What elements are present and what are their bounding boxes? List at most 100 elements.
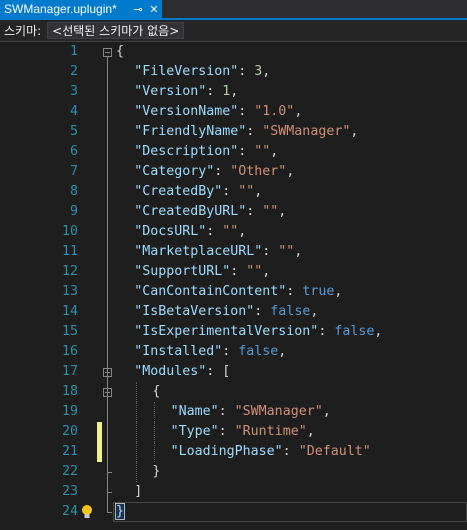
code-token: : bbox=[286, 284, 303, 299]
code-token: , bbox=[306, 424, 315, 439]
line-number: 20 bbox=[61, 424, 78, 439]
pin-tab-icon[interactable]: ⊸ bbox=[130, 1, 146, 17]
indent-guide bbox=[154, 422, 156, 442]
code-token: "Category" bbox=[134, 164, 215, 179]
code-text: "Modules": [ bbox=[134, 362, 230, 382]
code-line[interactable]: 5 "FriendlyName": "SWManager", bbox=[0, 122, 467, 142]
code-token: : bbox=[254, 304, 271, 319]
code-line[interactable]: 12 "SupportURL": "", bbox=[0, 262, 467, 282]
code-token: "Version" bbox=[134, 84, 207, 99]
code-token: : bbox=[230, 264, 247, 279]
code-line[interactable]: 17 "Modules": [ bbox=[0, 362, 467, 382]
code-token: "SWManager" bbox=[262, 124, 351, 139]
code-token: ] bbox=[134, 484, 143, 499]
code-token: "SWManager" bbox=[234, 404, 323, 419]
schema-dropdown[interactable]: <선택된 스키마가 없음> bbox=[47, 22, 185, 39]
code-token: "Type" bbox=[170, 424, 219, 439]
close-tab-icon[interactable]: ✕ bbox=[146, 1, 162, 17]
code-editor[interactable]: 1{2 "FileVersion": 3, 3 "Version": 1, 4 "Vers… bbox=[0, 42, 467, 530]
lightbulb-icon[interactable] bbox=[80, 504, 94, 520]
code-token: , bbox=[270, 144, 279, 159]
code-token: , bbox=[322, 404, 331, 419]
code-token: "CreatedByURL" bbox=[134, 204, 247, 219]
code-token: : bbox=[222, 344, 239, 359]
line-number: 10 bbox=[61, 224, 78, 239]
code-line[interactable]: 21 "LoadingPhase": "Default" bbox=[0, 442, 467, 462]
code-token: : bbox=[206, 84, 223, 99]
code-line[interactable]: 7 "Category": "Other", bbox=[0, 162, 467, 182]
code-text: "Installed": false, bbox=[134, 342, 286, 362]
unsaved-change-marker bbox=[97, 442, 102, 462]
code-line[interactable]: 9 "CreatedByURL": "", bbox=[0, 202, 467, 222]
code-line[interactable]: 13 "CanContainContent": true, bbox=[0, 282, 467, 302]
code-token: "" bbox=[246, 264, 263, 279]
code-line[interactable]: 14 "IsBetaVersion": false, bbox=[0, 302, 467, 322]
code-text: "CreatedBy": "", bbox=[134, 182, 262, 202]
code-line[interactable]: 10 "DocsURL": "", bbox=[0, 222, 467, 242]
code-token: "FriendlyName" bbox=[134, 124, 247, 139]
current-line-highlight bbox=[113, 502, 467, 522]
code-token: "" bbox=[238, 184, 255, 199]
code-text: "FileVersion": 3, bbox=[134, 62, 270, 82]
code-token: , bbox=[278, 344, 287, 359]
code-line[interactable]: 16 "Installed": false, bbox=[0, 342, 467, 362]
code-text: { bbox=[116, 42, 124, 62]
code-line[interactable]: 23] bbox=[0, 482, 467, 502]
code-token: "Modules" bbox=[134, 364, 207, 379]
line-number: 17 bbox=[61, 364, 78, 379]
code-text: "FriendlyName": "SWManager", bbox=[134, 122, 358, 142]
code-token: false bbox=[334, 324, 375, 339]
code-token: , bbox=[294, 244, 303, 259]
code-line[interactable]: 24} bbox=[0, 502, 467, 522]
code-line[interactable]: 15 "IsExperimentalVersion": false, bbox=[0, 322, 467, 342]
code-line[interactable]: 2 "FileVersion": 3, bbox=[0, 62, 467, 82]
code-line[interactable]: 8 "CreatedBy": "", bbox=[0, 182, 467, 202]
code-token: "IsExperimentalVersion" bbox=[134, 324, 319, 339]
code-text: "CreatedByURL": "", bbox=[134, 202, 286, 222]
code-token: "" bbox=[262, 204, 279, 219]
code-line[interactable]: 4 "VersionName": "1.0", bbox=[0, 102, 467, 122]
schema-bar: 스키마: <선택된 스키마가 없음> bbox=[0, 20, 467, 42]
code-text: "IsBetaVersion": false, bbox=[134, 302, 318, 322]
code-token: } bbox=[114, 503, 126, 520]
code-text: "Type": "Runtime", bbox=[171, 422, 315, 442]
code-token: : bbox=[218, 404, 235, 419]
code-line[interactable]: 1{ bbox=[0, 42, 467, 62]
document-tab-strip: SWManager.uplugin* ⊸ ✕ bbox=[0, 0, 467, 20]
code-token: : bbox=[206, 224, 223, 239]
code-line[interactable]: 6 "Description": "", bbox=[0, 142, 467, 162]
code-token: : bbox=[222, 184, 239, 199]
tab-swmanager-uplugin[interactable]: SWManager.uplugin* ⊸ ✕ bbox=[0, 0, 162, 18]
code-line[interactable]: 11 "MarketplaceURL": "", bbox=[0, 242, 467, 262]
line-number: 1 bbox=[69, 44, 78, 59]
code-token: : bbox=[214, 164, 231, 179]
code-token: , bbox=[230, 84, 239, 99]
code-token: , bbox=[278, 204, 287, 219]
fold-guide-modules-end bbox=[107, 492, 112, 493]
code-token: "LoadingPhase" bbox=[170, 444, 283, 459]
code-text: "LoadingPhase": "Default" bbox=[171, 442, 371, 462]
code-token: , bbox=[262, 264, 271, 279]
code-token: "SupportURL" bbox=[134, 264, 231, 279]
code-token: , bbox=[238, 224, 247, 239]
code-token: , bbox=[334, 284, 343, 299]
collapse-region-icon[interactable] bbox=[103, 48, 112, 57]
line-number: 23 bbox=[61, 484, 78, 499]
line-number: 16 bbox=[61, 344, 78, 359]
code-line[interactable]: 3 "Version": 1, bbox=[0, 82, 467, 102]
code-line[interactable]: 18 { bbox=[0, 382, 467, 402]
code-token: : bbox=[246, 204, 263, 219]
indent-guide bbox=[136, 382, 138, 402]
code-line[interactable]: 19 "Name": "SWManager", bbox=[0, 402, 467, 422]
code-token: "" bbox=[278, 244, 295, 259]
code-text: ] bbox=[134, 482, 142, 502]
code-token: "" bbox=[222, 224, 239, 239]
code-line[interactable]: 22} bbox=[0, 462, 467, 482]
tab-title: SWManager.uplugin* bbox=[4, 2, 117, 16]
code-line[interactable]: 20 "Type": "Runtime", bbox=[0, 422, 467, 442]
code-text: "SupportURL": "", bbox=[134, 262, 270, 282]
line-number: 11 bbox=[61, 244, 78, 259]
indent-guide bbox=[154, 402, 156, 422]
code-token: "" bbox=[254, 144, 271, 159]
code-token: "Default" bbox=[298, 444, 371, 459]
